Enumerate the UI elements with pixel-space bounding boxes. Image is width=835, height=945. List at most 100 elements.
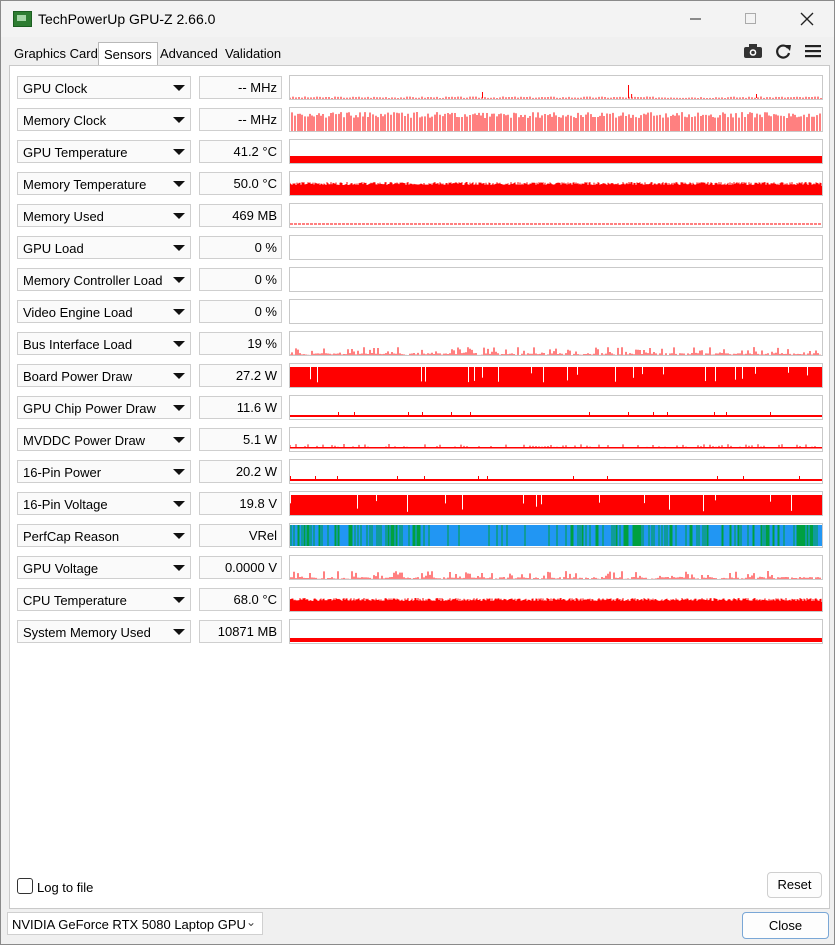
sensor-row: Memory Clock -- MHz bbox=[10, 107, 829, 133]
sensor-name-dropdown[interactable]: Memory Controller Load bbox=[17, 268, 191, 291]
sensor-name-dropdown[interactable]: Video Engine Load bbox=[17, 300, 191, 323]
sensor-row: CPU Temperature 68.0 °C bbox=[10, 587, 829, 613]
dropdown-arrow-icon bbox=[173, 501, 185, 507]
sensor-name-dropdown[interactable]: GPU Load bbox=[17, 236, 191, 259]
dropdown-arrow-icon bbox=[173, 341, 185, 347]
dropdown-arrow-icon bbox=[173, 469, 185, 475]
sensor-row: PerfCap Reason VRel bbox=[10, 523, 829, 549]
sensor-value: VRel bbox=[199, 524, 282, 547]
sensor-name-dropdown[interactable]: 16-Pin Power bbox=[17, 460, 191, 483]
gpuz-window: TechPowerUp GPU-Z 2.66.0 Graphics Card S… bbox=[0, 0, 835, 945]
sensor-graph bbox=[289, 427, 823, 452]
sensor-graph bbox=[289, 523, 823, 548]
close-window-button[interactable] bbox=[784, 1, 830, 37]
sensor-graph bbox=[289, 363, 823, 388]
sensor-value: 20.2 W bbox=[199, 460, 282, 483]
close-button[interactable]: Close bbox=[742, 912, 829, 939]
sensor-name-label: Bus Interface Load bbox=[23, 337, 133, 352]
sensor-value: 50.0 °C bbox=[199, 172, 282, 195]
sensor-row: MVDDC Power Draw 5.1 W bbox=[10, 427, 829, 453]
sensor-name-dropdown[interactable]: Memory Used bbox=[17, 204, 191, 227]
chevron-down-icon: ⌄ bbox=[245, 915, 256, 929]
refresh-icon[interactable] bbox=[773, 41, 793, 61]
sensor-name-label: GPU Temperature bbox=[23, 145, 128, 160]
dropdown-arrow-icon bbox=[173, 437, 185, 443]
sensor-value: 0.0000 V bbox=[199, 556, 282, 579]
sensor-name-label: Video Engine Load bbox=[23, 305, 133, 320]
sensor-graph bbox=[289, 107, 823, 132]
sensor-row: Bus Interface Load 19 % bbox=[10, 331, 829, 357]
camera-icon[interactable] bbox=[743, 41, 763, 61]
close-icon bbox=[800, 12, 814, 26]
reset-button[interactable]: Reset bbox=[767, 872, 822, 898]
sensor-name-label: Memory Controller Load bbox=[23, 273, 163, 288]
sensor-name-dropdown[interactable]: MVDDC Power Draw bbox=[17, 428, 191, 451]
sensor-value: 11.6 W bbox=[199, 396, 282, 419]
maximize-icon bbox=[745, 13, 756, 24]
sensor-graph-trace bbox=[290, 476, 822, 481]
sensor-graph bbox=[289, 235, 823, 260]
sensor-graph bbox=[289, 491, 823, 516]
sensor-row: 16-Pin Power 20.2 W bbox=[10, 459, 829, 485]
dropdown-arrow-icon bbox=[173, 213, 185, 219]
sensor-graph-trace bbox=[290, 236, 822, 259]
sensor-name-dropdown[interactable]: PerfCap Reason bbox=[17, 524, 191, 547]
sensor-graph bbox=[289, 299, 823, 324]
sensor-graph bbox=[289, 75, 823, 100]
dropdown-arrow-icon bbox=[173, 181, 185, 187]
sensor-row: 16-Pin Voltage 19.8 V bbox=[10, 491, 829, 517]
minimize-icon bbox=[690, 18, 701, 20]
sensor-name-dropdown[interactable]: System Memory Used bbox=[17, 620, 191, 643]
tab-advanced[interactable]: Advanced bbox=[155, 44, 223, 65]
sensor-graph-trace bbox=[290, 525, 822, 546]
sensor-value: 41.2 °C bbox=[199, 140, 282, 163]
sensor-name-dropdown[interactable]: Bus Interface Load bbox=[17, 332, 191, 355]
dropdown-arrow-icon bbox=[173, 565, 185, 571]
sensor-name-dropdown[interactable]: Memory Temperature bbox=[17, 172, 191, 195]
dropdown-arrow-icon bbox=[173, 277, 185, 283]
sensor-value: 68.0 °C bbox=[199, 588, 282, 611]
sensor-graph-trace bbox=[290, 444, 822, 449]
sensor-row: System Memory Used 10871 MB bbox=[10, 619, 829, 645]
sensor-graph bbox=[289, 555, 823, 580]
dropdown-arrow-icon bbox=[173, 85, 185, 91]
sensor-name-dropdown[interactable]: GPU Chip Power Draw bbox=[17, 396, 191, 419]
dropdown-arrow-icon bbox=[173, 405, 185, 411]
sensor-graph bbox=[289, 395, 823, 420]
sensor-name-label: Memory Temperature bbox=[23, 177, 147, 192]
sensor-value: 0 % bbox=[199, 268, 282, 291]
sensor-name-label: Memory Used bbox=[23, 209, 104, 224]
sensor-row: Memory Temperature 50.0 °C bbox=[10, 171, 829, 197]
sensor-name-label: Board Power Draw bbox=[23, 369, 133, 384]
log-to-file-checkbox[interactable] bbox=[17, 878, 33, 894]
sensor-name-dropdown[interactable]: CPU Temperature bbox=[17, 588, 191, 611]
sensor-value: 19 % bbox=[199, 332, 282, 355]
minimize-button[interactable] bbox=[673, 1, 719, 37]
sensor-graph-trace bbox=[290, 85, 822, 99]
tab-graphics-card[interactable]: Graphics Card bbox=[9, 44, 103, 65]
tab-validation[interactable]: Validation bbox=[220, 44, 286, 65]
dropdown-arrow-icon bbox=[173, 245, 185, 251]
sensor-graph-trace bbox=[290, 412, 822, 417]
sensor-row: GPU Load 0 % bbox=[10, 235, 829, 261]
sensor-value: 27.2 W bbox=[199, 364, 282, 387]
sensor-name-dropdown[interactable]: 16-Pin Voltage bbox=[17, 492, 191, 515]
maximize-button[interactable] bbox=[728, 1, 774, 37]
sensor-name-dropdown[interactable]: GPU Clock bbox=[17, 76, 191, 99]
sensor-name-dropdown[interactable]: Memory Clock bbox=[17, 108, 191, 131]
tab-sensors[interactable]: Sensors bbox=[98, 42, 158, 67]
gpu-select-dropdown[interactable]: NVIDIA GeForce RTX 5080 Laptop GPU ⌄ bbox=[7, 912, 263, 935]
sensor-name-label: MVDDC Power Draw bbox=[23, 433, 146, 448]
dropdown-arrow-icon bbox=[173, 533, 185, 539]
sensor-graph-trace bbox=[291, 112, 821, 131]
sensor-name-label: PerfCap Reason bbox=[23, 529, 120, 544]
sensor-graph bbox=[289, 619, 823, 644]
sensor-name-dropdown[interactable]: GPU Voltage bbox=[17, 556, 191, 579]
sensor-name-dropdown[interactable]: GPU Temperature bbox=[17, 140, 191, 163]
sensor-name-label: CPU Temperature bbox=[23, 593, 127, 608]
hamburger-menu-icon[interactable] bbox=[803, 41, 823, 61]
sensor-row: GPU Chip Power Draw 11.6 W bbox=[10, 395, 829, 421]
sensor-name-dropdown[interactable]: Board Power Draw bbox=[17, 364, 191, 387]
sensor-row: GPU Clock -- MHz bbox=[10, 75, 829, 101]
sensor-row: GPU Voltage 0.0000 V bbox=[10, 555, 829, 581]
